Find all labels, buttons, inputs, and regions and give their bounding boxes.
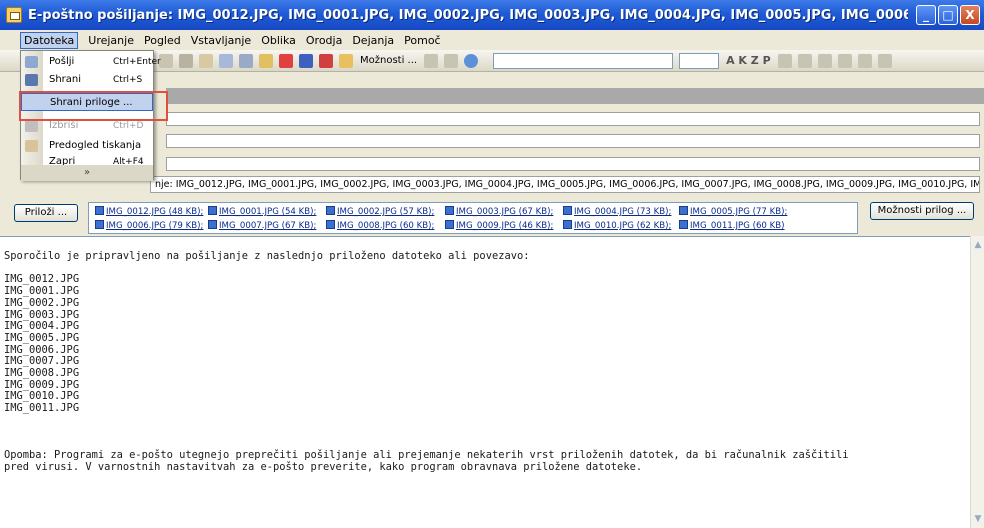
- check-names-icon[interactable]: [239, 53, 253, 68]
- font-name-combo[interactable]: [493, 52, 674, 69]
- attachment-list: IMG_0012.JPG (48 KB); IMG_0001.JPG (54 K…: [88, 202, 858, 234]
- to-field[interactable]: [166, 112, 980, 126]
- align-center-icon[interactable]: [797, 53, 812, 68]
- jpg-file-icon: [326, 206, 335, 215]
- menu-item-print-preview[interactable]: Predogled tiskanja: [21, 137, 153, 155]
- envelope-icon: [6, 7, 22, 23]
- copy-icon[interactable]: [179, 53, 193, 68]
- subject-field[interactable]: nje: IMG_0012.JPG, IMG_0001.JPG, IMG_000…: [150, 176, 980, 193]
- font-size-icon[interactable]: [424, 53, 439, 68]
- attachment-item[interactable]: IMG_0009.JPG (46 KB);: [445, 220, 553, 231]
- spelling-icon[interactable]: [444, 53, 459, 68]
- send-icon: [25, 56, 38, 68]
- body-text[interactable]: Sporočilo je pripravljeno na pošiljanje …: [4, 250, 849, 473]
- print-preview-icon: [25, 140, 38, 152]
- minimize-button[interactable]: _: [916, 5, 936, 25]
- attachment-item[interactable]: IMG_0012.JPG (48 KB);: [95, 206, 203, 217]
- delete-icon: [25, 120, 38, 132]
- jpg-file-icon: [208, 220, 217, 229]
- menu-bar: Datoteka Urejanje Pogled Vstavljanje Obl…: [0, 30, 984, 50]
- maximize-button[interactable]: □: [938, 5, 958, 25]
- jpg-file-icon: [563, 220, 572, 229]
- numbering-icon[interactable]: [857, 53, 872, 68]
- attachment-item[interactable]: IMG_0011.JPG (60 KB): [679, 220, 785, 231]
- attachment-item[interactable]: IMG_0005.JPG (77 KB);: [679, 206, 787, 217]
- attachment-options-button[interactable]: Možnosti prilog ...: [870, 202, 974, 220]
- align-left-icon[interactable]: [777, 53, 792, 68]
- scroll-up-icon[interactable]: ▲: [973, 240, 983, 250]
- expand-menu-chevron-icon[interactable]: »: [21, 165, 153, 181]
- indent-icon[interactable]: [877, 53, 892, 68]
- menu-oblika[interactable]: Oblika: [261, 34, 296, 47]
- info-bar: [166, 88, 984, 104]
- format-buttons[interactable]: A K Z P: [726, 54, 771, 67]
- title-bar: E-poštno pošiljanje: IMG_0012.JPG, IMG_0…: [0, 0, 984, 30]
- address-book-icon[interactable]: [219, 53, 233, 68]
- attachment-item[interactable]: IMG_0007.JPG (67 KB);: [208, 220, 316, 231]
- attach-button[interactable]: Priloži ...: [14, 204, 78, 222]
- menu-urejanje[interactable]: Urejanje: [88, 34, 134, 47]
- vertical-scrollbar[interactable]: ▲ ▼: [970, 236, 984, 528]
- jpg-file-icon: [326, 220, 335, 229]
- menu-orodja[interactable]: Orodja: [306, 34, 342, 47]
- save-icon: [25, 74, 38, 86]
- help-icon[interactable]: [464, 53, 479, 68]
- jpg-file-icon: [563, 206, 572, 215]
- flag-icon[interactable]: [319, 53, 333, 68]
- align-right-icon[interactable]: [817, 53, 832, 68]
- jpg-file-icon: [679, 220, 688, 229]
- jpg-file-icon: [95, 206, 104, 215]
- highlight-box: [19, 91, 168, 121]
- jpg-file-icon: [445, 206, 454, 215]
- paste-icon[interactable]: [199, 53, 213, 68]
- menu-dejanja[interactable]: Dejanja: [352, 34, 394, 47]
- attachment-item[interactable]: IMG_0001.JPG (54 KB);: [208, 206, 316, 217]
- menu-pogled[interactable]: Pogled: [144, 34, 181, 47]
- menu-item-save[interactable]: Shrani Ctrl+S: [21, 71, 153, 89]
- bcc-field[interactable]: [166, 157, 980, 171]
- menu-vstavljanje[interactable]: Vstavljanje: [191, 34, 251, 47]
- message-body[interactable]: Sporočilo je pripravljeno na pošiljanje …: [0, 236, 984, 528]
- jpg-file-icon: [208, 206, 217, 215]
- menu-datoteka[interactable]: Datoteka: [20, 31, 79, 49]
- options-button[interactable]: Možnosti ...: [360, 55, 417, 66]
- high-importance-icon[interactable]: [279, 53, 293, 68]
- attach-icon[interactable]: [259, 53, 273, 68]
- scroll-down-icon[interactable]: ▼: [973, 514, 983, 524]
- jpg-file-icon: [679, 206, 688, 215]
- attachment-item[interactable]: IMG_0006.JPG (79 KB);: [95, 220, 203, 231]
- attachment-item[interactable]: IMG_0002.JPG (57 KB);: [326, 206, 434, 217]
- menu-item-send[interactable]: Pošlji Ctrl+Enter: [21, 53, 161, 71]
- cut-icon[interactable]: [159, 53, 173, 68]
- window-title: E-poštno pošiljanje: IMG_0012.JPG, IMG_0…: [28, 7, 908, 23]
- close-button[interactable]: X: [960, 5, 980, 25]
- attachment-item[interactable]: IMG_0010.JPG (62 KB);: [563, 220, 671, 231]
- options-icon[interactable]: [339, 53, 353, 68]
- attachment-item[interactable]: IMG_0004.JPG (73 KB);: [563, 206, 671, 217]
- jpg-file-icon: [95, 220, 104, 229]
- font-size-combo[interactable]: [679, 52, 720, 69]
- bullets-icon[interactable]: [837, 53, 852, 68]
- cc-field[interactable]: [166, 134, 980, 148]
- menu-pomoc[interactable]: Pomoč: [404, 34, 440, 47]
- attachment-item[interactable]: IMG_0003.JPG (67 KB);: [445, 206, 553, 217]
- jpg-file-icon: [445, 220, 454, 229]
- low-importance-icon[interactable]: [299, 53, 313, 68]
- attachment-item[interactable]: IMG_0008.JPG (60 KB);: [326, 220, 434, 231]
